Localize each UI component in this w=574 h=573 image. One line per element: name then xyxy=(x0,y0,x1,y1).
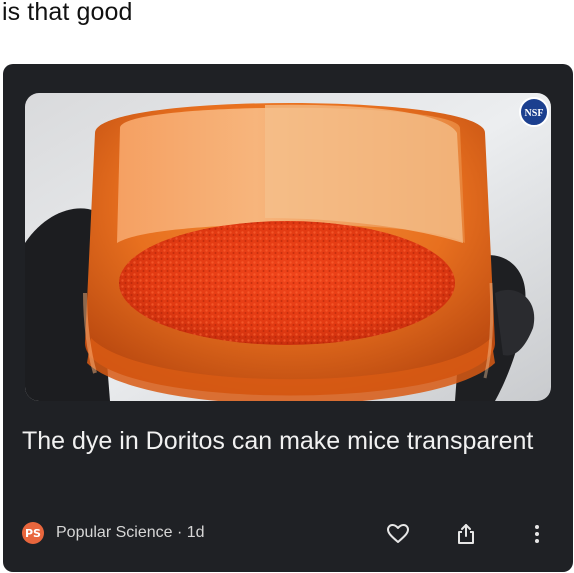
article-headline[interactable]: The dye in Doritos can make mice transpa… xyxy=(22,424,542,458)
source-row: PS Popular Science · 1d xyxy=(22,518,205,548)
article-image[interactable]: NSF xyxy=(25,93,551,401)
popular-science-logo-icon: PS xyxy=(22,522,44,544)
news-card[interactable]: NSF The dye in Doritos can make mice tra… xyxy=(3,64,573,572)
share-icon xyxy=(458,524,474,544)
share-button[interactable] xyxy=(451,519,481,549)
heart-icon xyxy=(387,524,409,543)
jar-of-dye-image: NSF xyxy=(25,93,551,401)
post-caption: is that good xyxy=(2,0,133,26)
more-options-button[interactable] xyxy=(522,519,552,549)
source-label: Popular Science · 1d xyxy=(56,524,205,541)
like-button[interactable] xyxy=(383,519,413,549)
nsf-badge-text: NSF xyxy=(525,108,544,119)
more-vertical-icon xyxy=(535,525,539,543)
